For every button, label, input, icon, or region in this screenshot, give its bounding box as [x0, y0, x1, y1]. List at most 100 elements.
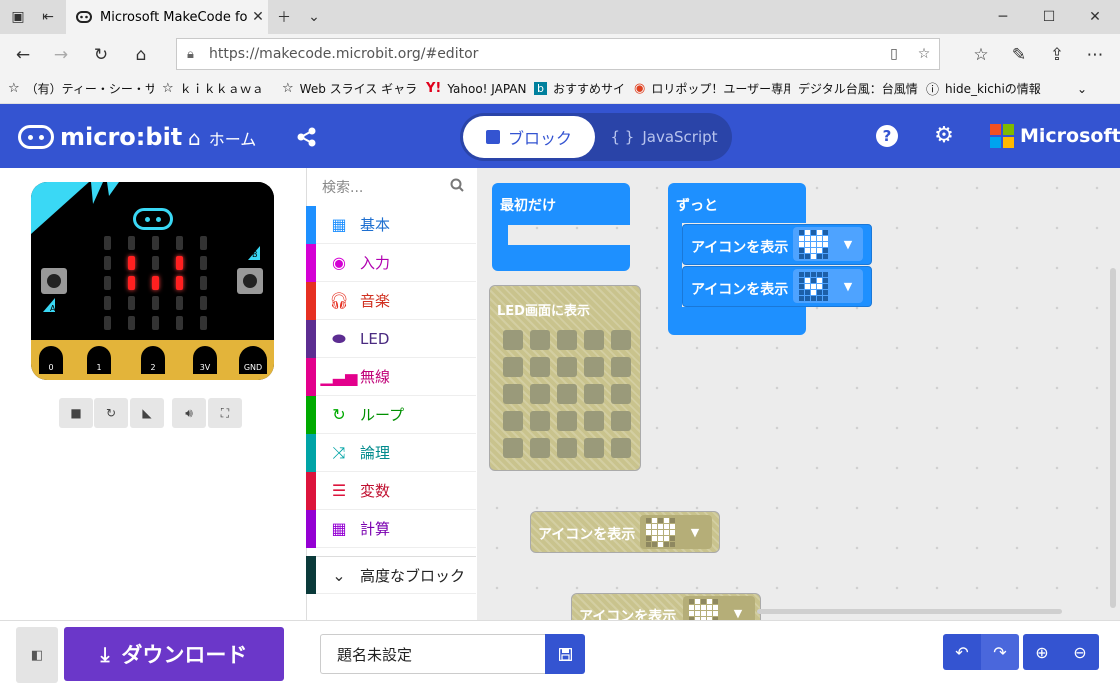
new-tab-icon[interactable]: ＋	[272, 5, 296, 29]
gear-icon[interactable]: ⚙	[932, 123, 956, 148]
led-toggle-cell[interactable]	[584, 411, 604, 431]
led-toggle-cell[interactable]	[503, 384, 523, 404]
icon-heart-dropdown-ghost[interactable]: ▼	[640, 515, 712, 549]
javascript-tab[interactable]: { } JavaScript	[600, 116, 728, 158]
led-toggle-cell[interactable]	[611, 357, 631, 377]
category-7[interactable]: ☰ 変数	[306, 471, 476, 510]
home-button[interactable]: ⌂ ホーム	[188, 126, 256, 150]
led-toggle-cell[interactable]	[584, 438, 604, 458]
led-toggle-cell[interactable]	[503, 357, 523, 377]
pin-1[interactable]: 1	[87, 346, 111, 374]
vertical-scrollbar[interactable]	[1110, 268, 1116, 608]
fullscreen-icon[interactable]: ⛶	[208, 398, 242, 428]
pen-icon[interactable]: ✎	[1006, 42, 1032, 68]
minimize-icon[interactable]: ─	[980, 0, 1026, 34]
led-toggle-cell[interactable]	[611, 411, 631, 431]
favorite-item[interactable]: Y! Yahoo! JAPAN	[418, 81, 526, 96]
favorites-more-icon[interactable]: ⌄	[1058, 82, 1098, 96]
favorite-item[interactable]: bおすすめサイト	[526, 80, 626, 97]
led-toggle-cell[interactable]	[503, 438, 523, 458]
share-page-icon[interactable]: ⇪	[1044, 42, 1070, 68]
zoom-out-icon[interactable]: ⊖	[1061, 634, 1099, 670]
save-icon[interactable]	[545, 634, 585, 674]
on-start-block[interactable]: 最初だけ	[492, 183, 630, 225]
share-icon[interactable]	[296, 126, 318, 148]
url-field[interactable]: 🔒︎ https://makecode.microbit.org/#editor…	[176, 38, 940, 70]
icon-heart-dropdown[interactable]: ▼	[793, 227, 863, 261]
maximize-icon[interactable]: ☐	[1026, 0, 1072, 34]
advanced-blocks[interactable]: ⌄ 高度なブロック	[306, 556, 476, 594]
help-icon[interactable]: ?	[876, 125, 898, 147]
category-4[interactable]: ▁▃▅ 無線	[306, 357, 476, 396]
favorites-hub-icon[interactable]: ☆	[968, 42, 994, 68]
led-toggle-cell[interactable]	[503, 330, 523, 350]
undo-icon[interactable]: ↶	[943, 634, 981, 670]
zoom-in-icon[interactable]: ⊕	[1023, 634, 1061, 670]
collapse-simulator-button[interactable]: ◧	[16, 627, 58, 683]
led-toggle-cell[interactable]	[557, 438, 577, 458]
led-toggle-cell[interactable]	[530, 384, 550, 404]
category-3[interactable]: ⬬ LED	[306, 319, 476, 358]
reading-view-icon[interactable]: ▯	[879, 46, 909, 62]
button-a[interactable]	[41, 268, 67, 294]
favorite-star-icon[interactable]: ☆	[909, 46, 939, 62]
restart-icon[interactable]: ↻	[94, 398, 128, 428]
led-toggle-cell[interactable]	[584, 357, 604, 377]
back-icon[interactable]: ←	[10, 42, 36, 68]
pin-3v[interactable]: 3V	[193, 346, 217, 374]
favorite-item[interactable]: ☆Web スライス ギャラリー	[274, 80, 418, 97]
led-toggle-cell[interactable]	[530, 438, 550, 458]
led-toggle-cell[interactable]	[557, 330, 577, 350]
favorite-item[interactable]: ☆ ｋｉｋｋａｗａ	[154, 80, 274, 97]
icon-small-heart-dropdown[interactable]: ▼	[793, 269, 863, 303]
led-toggle-cell[interactable]	[530, 411, 550, 431]
toolbox-search[interactable]: 検索...	[306, 168, 476, 206]
horizontal-scrollbar[interactable]	[757, 609, 1062, 614]
pin-0[interactable]: 0	[39, 346, 63, 374]
blocks-tab[interactable]: ブロック	[463, 116, 595, 158]
category-8[interactable]: ▦ 計算	[306, 509, 476, 548]
favorite-item[interactable]: ⓘ hide_kichiの情報	[918, 79, 1058, 98]
button-b[interactable]	[237, 268, 263, 294]
more-icon[interactable]: ⋯	[1082, 42, 1108, 68]
category-0[interactable]: ▦ 基本	[306, 205, 476, 244]
tab-close-icon[interactable]: ✕	[248, 9, 268, 25]
led-toggle-cell[interactable]	[584, 330, 604, 350]
icon-heart-dropdown-ghost[interactable]: ▼	[683, 596, 755, 620]
tab-dropdown-icon[interactable]: ⌄	[302, 5, 326, 29]
redo-icon[interactable]: ↷	[981, 634, 1019, 670]
project-name-input[interactable]	[320, 634, 546, 674]
microsoft-logo[interactable]: Microsoft	[990, 124, 1120, 148]
favorite-item[interactable]: ☆（有）ティー・シー・サービ	[0, 80, 154, 97]
category-6[interactable]: ⤨ 論理	[306, 433, 476, 472]
close-window-icon[interactable]: ✕	[1072, 0, 1118, 34]
led-toggle-cell[interactable]	[503, 411, 523, 431]
pin-gnd[interactable]: GND	[239, 346, 267, 374]
category-1[interactable]: ◉ 入力	[306, 243, 476, 282]
tab-list-icon[interactable]: ▣	[6, 5, 30, 29]
led-toggle-cell[interactable]	[611, 438, 631, 458]
microbit-logo[interactable]: micro:bit	[18, 123, 182, 151]
led-toggle-cell[interactable]	[557, 411, 577, 431]
tab-aside-icon[interactable]: ⇤	[36, 5, 60, 29]
browser-tab[interactable]: Microsoft MakeCode fo ✕	[66, 0, 268, 34]
home-icon[interactable]: ⌂	[128, 42, 154, 68]
blocks-workspace[interactable]: 最初だけ ずっと アイコンを表示 アイコンを表示 ▼ ▼ LED画面に表示 アイ…	[477, 168, 1120, 620]
forward-icon[interactable]: →	[48, 42, 74, 68]
led-toggle-cell[interactable]	[611, 330, 631, 350]
favorite-item[interactable]: ◉ ロリポップ！ユーザー専用	[626, 80, 790, 97]
pin-2[interactable]: 2	[141, 346, 165, 374]
download-button[interactable]: ⤓ ダウンロード	[64, 627, 284, 681]
led-toggle-cell[interactable]	[611, 384, 631, 404]
led-toggle-cell[interactable]	[530, 330, 550, 350]
led-toggle-cell[interactable]	[530, 357, 550, 377]
led-toggle-cell[interactable]	[557, 357, 577, 377]
category-2[interactable]: 🎧︎ 音楽	[306, 281, 476, 320]
refresh-icon[interactable]: ↻	[88, 42, 114, 68]
mute-icon[interactable]: 🔊︎	[172, 398, 206, 428]
forever-block[interactable]: ずっと	[668, 183, 806, 223]
favorite-item[interactable]: デジタル台風：台風情報	[790, 80, 918, 97]
slowmo-icon[interactable]: ◣	[130, 398, 164, 428]
led-toggle-cell[interactable]	[584, 384, 604, 404]
stop-icon[interactable]: ■	[59, 398, 93, 428]
